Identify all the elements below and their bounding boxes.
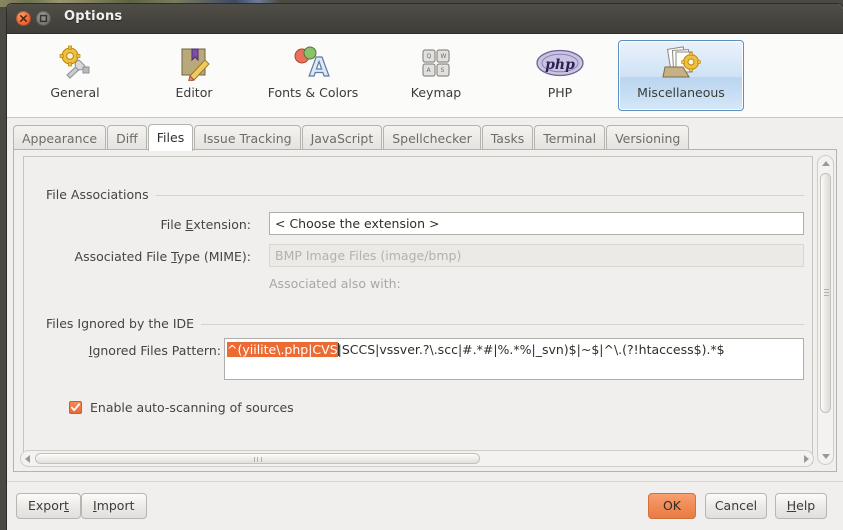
category-label: PHP <box>501 85 619 101</box>
close-icon[interactable] <box>16 11 31 26</box>
tab-label: Tasks <box>491 131 525 146</box>
file-extension-input[interactable]: < Choose the extension > <box>269 212 804 235</box>
enable-auto-scanning-label: Enable auto-scanning of sources <box>90 400 294 415</box>
category-label: Editor <box>135 85 253 101</box>
ignored-files-pattern-input[interactable]: ^(yiilite\.php|CVS|SCCS|vssver.?\.scc|#.… <box>224 338 804 380</box>
window-title: Options <box>64 9 122 24</box>
enable-auto-scanning-checkbox[interactable]: Enable auto-scanning of sources <box>69 400 294 415</box>
tab-label: Terminal <box>543 131 596 146</box>
associated-also-with-label: Associated also with: <box>269 276 401 291</box>
tab-label: JavaScript <box>311 131 374 146</box>
tab-label: Issue Tracking <box>203 131 291 146</box>
vertical-scrollbar-thumb[interactable] <box>820 173 831 413</box>
checkbox-checked-icon <box>69 401 82 414</box>
keyboard-keys-icon: QW AS <box>377 41 495 85</box>
gear-wrench-icon <box>16 41 134 85</box>
category-fonts-colors[interactable]: A Fonts & Colors <box>253 40 373 111</box>
ignored-pattern-label: Ignored Files Pattern: <box>46 343 221 358</box>
tab-label: Files <box>157 130 184 145</box>
tab-spellchecker[interactable]: Spellchecker <box>383 125 481 150</box>
files-settings-scroll-content: File Associations File Extension: < Choo… <box>23 156 813 464</box>
category-label: Keymap <box>377 85 495 101</box>
scroll-right-arrow-icon[interactable] <box>804 455 809 463</box>
pattern-selected-text: ^(yiilite\.php|CVS <box>227 342 338 357</box>
scroll-left-arrow-icon[interactable] <box>25 455 30 463</box>
maximize-icon[interactable] <box>36 11 51 26</box>
scroll-up-arrow-icon[interactable] <box>822 161 830 166</box>
mime-type-input[interactable]: BMP Image Files (image/bmp) <box>269 244 804 267</box>
tab-label: Diff <box>116 131 138 146</box>
tab-label: Appearance <box>22 131 97 146</box>
category-keymap[interactable]: QW AS Keymap <box>376 40 496 111</box>
category-miscellaneous[interactable]: Miscellaneous <box>618 40 744 111</box>
scroll-down-arrow-icon[interactable] <box>822 454 830 459</box>
tab-tasks[interactable]: Tasks <box>482 125 534 150</box>
tab-diff[interactable]: Diff <box>107 125 147 150</box>
scrollbar-grip-icon <box>824 289 829 297</box>
svg-text:php: php <box>545 57 575 73</box>
tab-javascript[interactable]: JavaScript <box>302 125 383 150</box>
files-settings-panel: File Associations File Extension: < Choo… <box>13 150 837 472</box>
tab-terminal[interactable]: Terminal <box>534 125 605 150</box>
category-label: General <box>16 85 134 101</box>
file-associations-separator <box>46 195 804 196</box>
tab-label: Spellchecker <box>392 131 472 146</box>
ignored-files-group-title: Files Ignored by the IDE <box>46 316 201 331</box>
svg-text:Q: Q <box>427 53 432 60</box>
window-titlebar: Options <box>7 4 843 34</box>
cancel-button[interactable]: Cancel <box>705 493 767 519</box>
horizontal-scrollbar[interactable] <box>20 450 814 467</box>
category-toolbar: General Editor A <box>7 34 843 118</box>
horizontal-scrollbar-thumb[interactable] <box>35 453 480 464</box>
tab-files[interactable]: Files <box>148 124 193 151</box>
settings-tab-strip: Appearance Diff Files Issue Tracking JavaScr… <box>13 124 843 150</box>
mime-type-label: Associated File Type (MIME): <box>46 249 251 264</box>
scrollbar-grip-icon <box>254 457 262 462</box>
pattern-rest-text: |SCCS|vssver.?\.scc|#.*#|%.*%|_svn)$|~$|… <box>338 342 725 357</box>
import-button[interactable]: Import <box>81 493 147 519</box>
ok-button[interactable]: OK <box>648 493 696 519</box>
help-button[interactable]: Help <box>775 493 827 519</box>
tab-label: Versioning <box>615 131 680 146</box>
file-associations-group-title: File Associations <box>46 187 156 202</box>
category-label: Fonts & Colors <box>254 85 372 101</box>
file-extension-label: File Extension: <box>46 217 251 232</box>
ignored-files-pattern-text: ^(yiilite\.php|CVS|SCCS|vssver.?\.scc|#.… <box>225 339 803 360</box>
notebook-pencil-icon <box>135 41 253 85</box>
svg-text:S: S <box>441 67 445 74</box>
php-elephant-icon: php <box>501 41 619 85</box>
vertical-scrollbar[interactable] <box>817 155 834 465</box>
export-button[interactable]: Export <box>16 493 81 519</box>
tab-issue-tracking[interactable]: Issue Tracking <box>194 125 300 150</box>
svg-text:W: W <box>441 53 447 60</box>
svg-text:A: A <box>309 53 329 81</box>
dialog-footer: Export Import OK Cancel Help <box>7 481 843 530</box>
tab-versioning[interactable]: Versioning <box>606 125 689 150</box>
category-general[interactable]: General <box>15 40 135 111</box>
palette-letter-a-icon: A <box>254 41 372 85</box>
category-editor[interactable]: Editor <box>134 40 254 111</box>
options-window: Options <box>7 4 843 530</box>
category-label: Miscellaneous <box>619 85 743 101</box>
documents-gear-icon <box>619 41 743 85</box>
category-php[interactable]: php PHP <box>500 40 620 111</box>
tab-appearance[interactable]: Appearance <box>13 125 106 150</box>
